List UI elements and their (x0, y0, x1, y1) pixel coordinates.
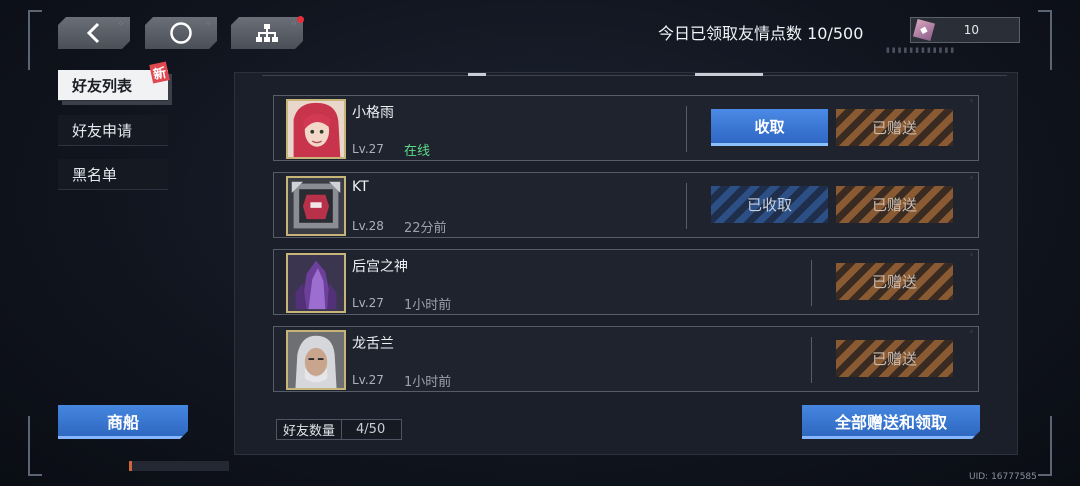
home-button[interactable]: ⁘ (145, 17, 217, 49)
friend-row[interactable]: 小格雨 Lv.27 在线 收取 已赠送 ⁘ (273, 95, 979, 161)
gem-icon: ◆ (912, 18, 936, 42)
currency-display[interactable]: ◆ 10 (910, 17, 1020, 43)
send-and-receive-all-button[interactable]: 全部赠送和领取 (802, 405, 980, 439)
frame-corner-br (1038, 416, 1052, 476)
row-divider (811, 337, 812, 383)
friend-row[interactable]: 龙舌兰 Lv.27 1小时前 已赠送 ⁘ (273, 326, 979, 392)
friend-status: 1小时前 (404, 375, 452, 390)
avatar[interactable] (286, 253, 346, 313)
progress-bar (129, 461, 229, 471)
frame-corner-tl (28, 10, 42, 70)
friend-status: 22分前 (404, 221, 447, 236)
receive-button[interactable]: 收取 (711, 109, 828, 146)
panel-mark (468, 73, 486, 76)
frame-corner-bl (28, 416, 42, 476)
merchant-ship-button[interactable]: 商船 (58, 405, 188, 439)
friend-level: Lv.27 (352, 142, 384, 156)
circle-icon (169, 21, 193, 45)
hierarchy-button[interactable]: ⁘ (231, 17, 303, 49)
friend-count-box: 好友数量 4/50 (276, 419, 402, 440)
hierarchy-icon (255, 23, 279, 43)
back-button[interactable]: ⁘ (58, 17, 130, 49)
uid-label: UID: 16777585 (969, 472, 1037, 482)
friend-name: 小格雨 (352, 105, 394, 121)
sent-button[interactable]: 已赠送 (836, 186, 953, 223)
chevron-left-icon (85, 22, 103, 44)
friend-status: 1小时前 (404, 298, 452, 313)
friend-row[interactable]: 后宫之神 Lv.27 1小时前 已赠送 ⁘ (273, 249, 979, 315)
avatar[interactable] (286, 330, 346, 390)
frame-corner-tr (1038, 10, 1052, 70)
sidebar-item-friend-requests[interactable]: 好友申请 (58, 115, 168, 146)
sent-button[interactable]: 已赠送 (836, 263, 953, 300)
friend-level: Lv.27 (352, 296, 384, 310)
decorative-pattern: ▮▮▮▮▮▮▮▮▮▮▮▮ (886, 46, 957, 54)
notification-dot (297, 16, 304, 23)
friend-level: Lv.27 (352, 373, 384, 387)
friendship-points-counter: 今日已领取友情点数 10/500 (658, 24, 864, 43)
friend-name: 龙舌兰 (352, 336, 394, 352)
row-divider (811, 260, 812, 306)
row-divider (686, 183, 687, 229)
friend-status: 在线 (404, 144, 431, 159)
friend-count-value: 4/50 (356, 422, 386, 437)
row-divider (686, 106, 687, 152)
friend-name: KT (352, 179, 369, 195)
friend-count-label: 好友数量 (277, 420, 343, 439)
sidebar-item-blacklist[interactable]: 黑名单 (58, 159, 168, 190)
currency-value: 10 (963, 23, 979, 37)
panel-divider (262, 75, 1007, 76)
friend-row[interactable]: KT Lv.28 22分前 已收取 已赠送 ⁘ (273, 172, 979, 238)
friend-name: 后宫之神 (352, 259, 408, 275)
sent-button[interactable]: 已赠送 (836, 340, 953, 377)
panel-mark (695, 73, 763, 76)
avatar[interactable] (286, 99, 346, 159)
friend-level: Lv.28 (352, 219, 384, 233)
new-badge: 新 (149, 61, 170, 84)
received-button[interactable]: 已收取 (711, 186, 828, 223)
avatar[interactable] (286, 176, 346, 236)
sent-button[interactable]: 已赠送 (836, 109, 953, 146)
